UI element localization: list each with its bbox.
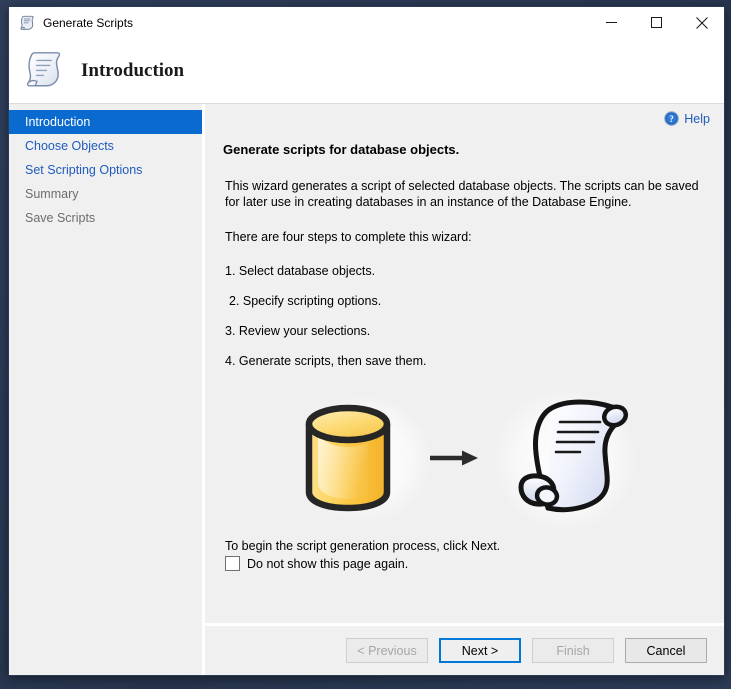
next-button[interactable]: Next > [439,638,521,663]
cancel-button[interactable]: Cancel [625,638,707,663]
previous-button: < Previous [346,638,428,663]
page-title: Introduction [81,59,185,81]
dialog-body: Introduction Choose Objects Set Scriptin… [9,104,724,675]
step-2: 2. Specify scripting options. [229,294,382,308]
script-scroll-icon [20,15,34,30]
generate-scripts-dialog: Generate Scripts Introduction Introducti… [8,6,725,676]
step-4: 4. Generate scripts, then save them. [225,354,427,368]
svg-text:?: ? [670,114,674,124]
desktop-background: Generate Scripts Introduction Introducti… [0,0,731,689]
window-controls [589,7,724,38]
content-inner: Generate scripts for database objects. T… [223,142,710,623]
sidebar-item-label: Summary [25,187,79,201]
help-link[interactable]: ? Help [664,111,710,126]
button-label: Next > [461,643,499,658]
help-circle-icon: ? [664,111,680,126]
content-column: ? Help Generate scripts for database obj… [205,104,724,675]
wizard-illustration [223,390,710,530]
content-panel: ? Help Generate scripts for database obj… [205,104,724,623]
steps-intro: There are four steps to complete this wi… [225,230,472,244]
button-label: Finish [556,643,590,658]
sidebar-item-set-scripting-options[interactable]: Set Scripting Options [9,158,202,182]
step-1: 1. Select database objects. [225,264,376,278]
sidebar-item-summary: Summary [9,182,202,206]
maximize-button[interactable] [634,7,679,38]
wizard-steps-sidebar: Introduction Choose Objects Set Scriptin… [9,104,205,675]
checkbox-box[interactable] [225,556,240,571]
script-scroll-icon [517,399,628,513]
do-not-show-again-checkbox[interactable]: Do not show this page again. [225,556,408,571]
title-bar[interactable]: Generate Scripts [9,7,724,38]
minimize-icon [606,22,617,23]
sidebar-item-label: Introduction [25,115,91,129]
page-header: Introduction [9,38,724,104]
step-3: 3. Review your selections. [225,324,371,338]
close-icon [695,16,708,29]
close-button[interactable] [679,7,724,38]
sidebar-item-save-scripts: Save Scripts [9,206,202,230]
begin-instruction: To begin the script generation process, … [225,539,501,553]
minimize-button[interactable] [589,7,634,38]
sidebar-item-label: Save Scripts [25,211,96,225]
database-cylinder-icon [305,404,390,511]
script-scroll-icon [26,51,61,86]
sidebar-item-label: Set Scripting Options [25,163,143,177]
sidebar-item-introduction[interactable]: Introduction [9,110,202,134]
button-label: < Previous [357,643,417,658]
finish-button: Finish [532,638,614,663]
help-label: Help [684,111,710,126]
dialog-button-bar: < Previous Next > Finish Cancel [205,623,724,675]
content-heading: Generate scripts for database objects. [223,142,460,157]
sidebar-item-label: Choose Objects [25,139,114,153]
maximize-icon [651,17,662,28]
arrow-right-icon [429,450,478,465]
button-label: Cancel [646,643,686,658]
sidebar-item-choose-objects[interactable]: Choose Objects [9,134,202,158]
window-title: Generate Scripts [43,15,134,30]
content-paragraph: This wizard generates a script of select… [225,179,699,209]
checkbox-label: Do not show this page again. [247,556,409,571]
